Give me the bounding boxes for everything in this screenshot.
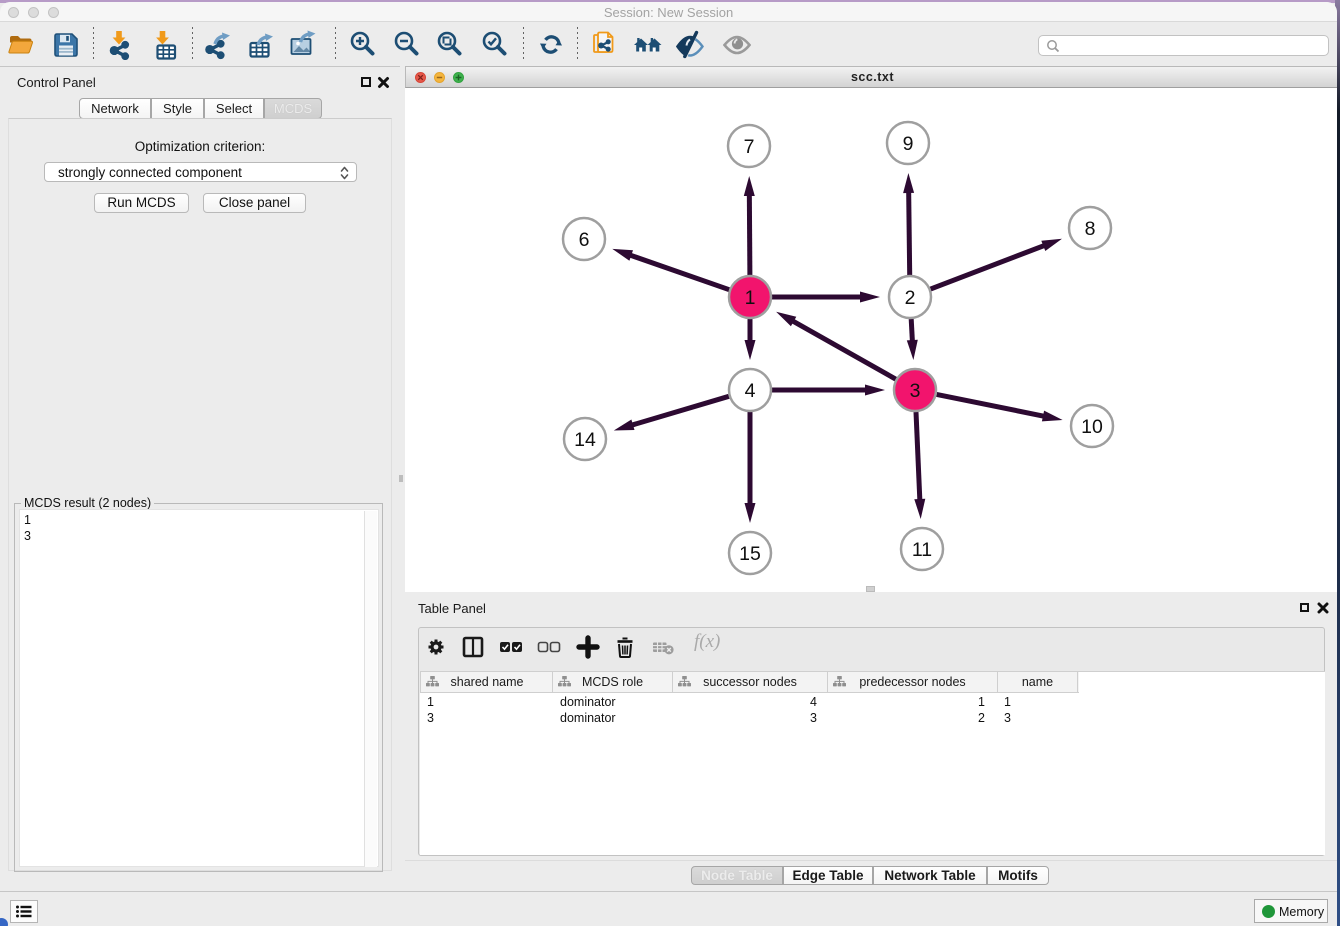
- svg-text:10: 10: [1081, 416, 1103, 438]
- svg-text:1: 1: [745, 287, 756, 309]
- svg-text:11: 11: [912, 539, 932, 561]
- svg-text:4: 4: [745, 380, 756, 402]
- svg-text:15: 15: [739, 543, 761, 565]
- svg-text:9: 9: [903, 133, 914, 155]
- svg-text:2: 2: [905, 287, 916, 309]
- svg-text:8: 8: [1085, 218, 1096, 240]
- svg-text:6: 6: [579, 229, 590, 251]
- svg-text:3: 3: [910, 380, 921, 402]
- svg-text:14: 14: [574, 429, 596, 451]
- svg-text:7: 7: [744, 136, 755, 158]
